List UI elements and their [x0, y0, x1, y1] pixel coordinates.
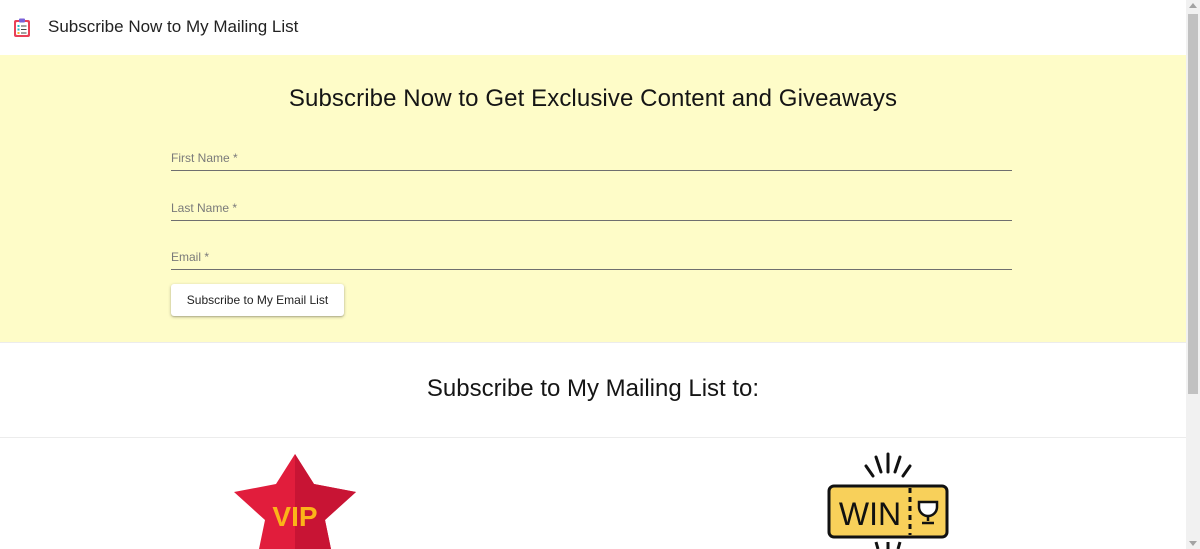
first-name-input[interactable] — [171, 148, 1012, 168]
vip-label: VIP — [272, 501, 317, 532]
email-field — [171, 247, 1012, 270]
email-input[interactable] — [171, 247, 1012, 267]
subscribe-form-section: Subscribe Now to Get Exclusive Content a… — [0, 55, 1186, 343]
win-label: WIN — [839, 496, 901, 532]
last-name-input[interactable] — [171, 198, 1012, 218]
app-bar: Subscribe Now to My Mailing List — [0, 0, 1186, 55]
first-name-field — [171, 148, 1012, 171]
subscribe-heading: Subscribe Now to Get Exclusive Content a… — [288, 85, 898, 112]
scrollbar-thumb[interactable] — [1188, 14, 1198, 394]
scroll-down-icon[interactable] — [1189, 541, 1197, 546]
benefits-heading: Subscribe to My Mailing List to: — [426, 375, 760, 402]
win-ticket-icon: WIN — [827, 452, 949, 549]
vertical-scrollbar[interactable] — [1186, 0, 1200, 549]
vip-star-icon: VIP — [234, 454, 356, 549]
subscribe-button[interactable]: Subscribe to My Email List — [171, 284, 344, 316]
scroll-up-icon[interactable] — [1189, 3, 1197, 8]
section-divider — [0, 437, 1186, 438]
clipboard-checklist-icon — [14, 18, 30, 37]
last-name-field — [171, 198, 1012, 221]
app-title: Subscribe Now to My Mailing List — [48, 17, 299, 36]
